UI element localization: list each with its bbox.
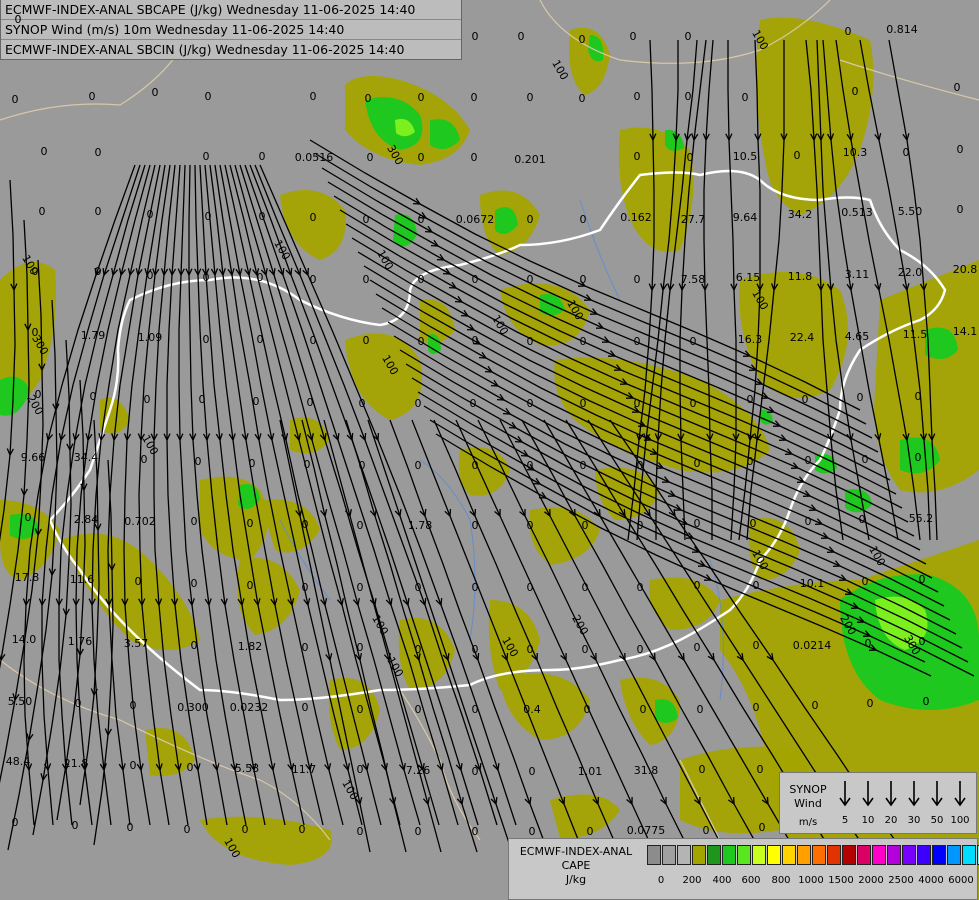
title-synop-wind: SYNOP Wind (m/s) 10m Wednesday 11-06-202… [1, 19, 461, 39]
cape-legend-swatch [872, 845, 886, 865]
wind-legend-item: 5 [834, 779, 856, 829]
cape-legend-swatch [932, 845, 946, 865]
cape-legend-swatch [887, 845, 901, 865]
wind-arrow-icon [954, 781, 966, 807]
cape-legend-swatch [782, 845, 796, 865]
cape-legend-tick: 2500 [888, 875, 914, 886]
cape-color-bar [647, 845, 979, 865]
cape-legend-tick: 600 [741, 875, 761, 886]
cape-legend-swatch [722, 845, 736, 865]
title-sbcape: ECMWF-INDEX-ANAL SBCAPE (J/kg) Wednesday… [5, 2, 416, 17]
cape-legend-tick: 0 [657, 875, 665, 886]
wind-legend-item: 100 [949, 779, 971, 829]
cape-legend-tick: 6000 [948, 875, 974, 886]
cape-legend-swatch [917, 845, 931, 865]
wind-arrow-icon [839, 781, 851, 807]
cape-legend-swatch [827, 845, 841, 865]
wind-legend-speed: 5 [841, 815, 849, 826]
wind-arrow-icon [931, 781, 943, 807]
wind-legend: SYNOP Wind m/s 5 10 20 30 50 100 [779, 772, 977, 834]
cape-legend-tick: 2000 [858, 875, 884, 886]
cape-legend-tick: 800 [771, 875, 791, 886]
wind-legend-item: 20 [880, 779, 902, 829]
cape-legend-swatch [752, 845, 766, 865]
cape-legend-tick: 1500 [828, 875, 854, 886]
wind-legend-speed: 50 [930, 815, 944, 826]
map-viewer: ECMWF-INDEX-ANAL SBCAPE (J/kg) Wednesday… [0, 0, 979, 900]
cape-legend-unit: J/kg [565, 873, 587, 886]
cape-legend-swatch [647, 845, 661, 865]
cape-legend-tick: 4000 [918, 875, 944, 886]
cape-legend-title-text: ECMWF-INDEX-ANAL CAPE [519, 845, 633, 872]
cape-legend-swatch [857, 845, 871, 865]
cape-legend-swatch [737, 845, 751, 865]
cape-legend-swatch [797, 845, 811, 865]
wind-legend-unit: m/s [798, 817, 818, 828]
wind-legend-title: SYNOP Wind [789, 783, 827, 810]
wind-legend-item: 10 [857, 779, 879, 829]
cape-legend-tick: 1000 [798, 875, 824, 886]
cape-legend-swatch [842, 845, 856, 865]
wind-arrow-icon [862, 781, 874, 807]
wind-arrow-icon [908, 781, 920, 807]
cape-legend-title: ECMWF-INDEX-ANAL CAPE J/kg [511, 845, 641, 887]
wind-legend-speed: 30 [907, 815, 921, 826]
cape-legend-tick: 400 [712, 875, 732, 886]
cape-legend-swatch [767, 845, 781, 865]
title-sbcin: ECMWF-INDEX-ANAL SBCIN (J/kg) Wednesday … [1, 39, 461, 59]
wind-legend-speed: 100 [950, 815, 970, 826]
cape-legend-swatch [662, 845, 676, 865]
wind-legend-speed: 20 [884, 815, 898, 826]
title-panel: ECMWF-INDEX-ANAL SBCAPE (J/kg) Wednesday… [0, 0, 462, 60]
cape-legend-swatch [677, 845, 691, 865]
wind-arrow-icon [885, 781, 897, 807]
wind-legend-item: 30 [903, 779, 925, 829]
cape-legend-swatch [947, 845, 961, 865]
cape-legend-swatch [812, 845, 826, 865]
wind-legend-item: 50 [926, 779, 948, 829]
cape-legend-swatch [707, 845, 721, 865]
cape-legend-swatch [962, 845, 976, 865]
cape-legend-tick: 200 [682, 875, 702, 886]
cape-legend-swatch [902, 845, 916, 865]
cape-legend: ECMWF-INDEX-ANAL CAPE J/kg 0 200 400 600 800… [508, 838, 979, 900]
wind-legend-speed: 10 [861, 815, 875, 826]
cape-legend-swatch [692, 845, 706, 865]
cape-tick-labels: 0 200 400 600 800 1000 1500 2000 2500 4000 6000 [647, 875, 977, 889]
